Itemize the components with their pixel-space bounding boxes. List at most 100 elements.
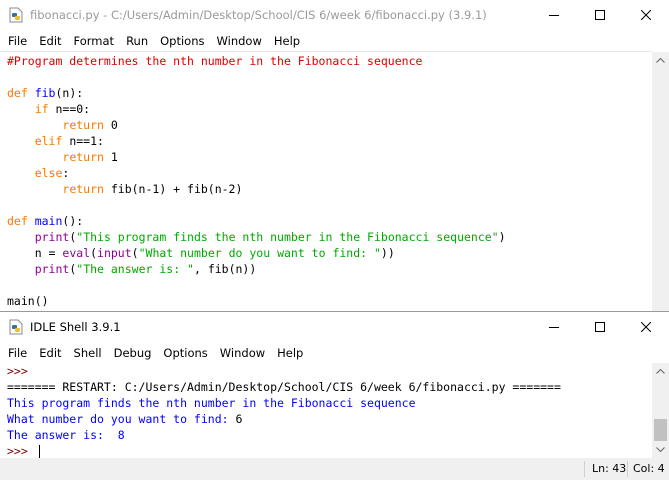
code-token: def	[7, 86, 35, 100]
editor-minimize-button[interactable]	[531, 0, 577, 30]
code-line: What number do you want to find: 6	[7, 411, 561, 427]
code-line: else:	[7, 165, 506, 181]
code-token: (	[131, 246, 139, 260]
code-token: main()	[7, 294, 49, 308]
menu-window[interactable]: Window	[214, 346, 271, 360]
menu-debug[interactable]: Debug	[108, 346, 158, 360]
menu-format[interactable]: Format	[68, 34, 121, 48]
shell-menubar: File Edit Shell Debug Options Window Hel…	[0, 343, 669, 363]
menu-run[interactable]: Run	[120, 34, 154, 48]
maximize-icon	[595, 10, 605, 20]
code-line: if n==0:	[7, 101, 506, 117]
status-separator	[584, 461, 585, 477]
code-line: ======= RESTART: C:/Users/Admin/Desktop/…	[7, 379, 561, 395]
code-token: #Program determines the nth number in th…	[7, 54, 423, 68]
editor-code-area[interactable]: #Program determines the nth number in th…	[7, 53, 506, 309]
menu-window[interactable]: Window	[211, 34, 268, 48]
scroll-down-arrow-icon[interactable]	[652, 441, 669, 458]
code-line: main()	[7, 293, 506, 309]
code-token: >>>	[7, 364, 28, 378]
code-line: n = eval(input("What number do you want …	[7, 245, 506, 261]
shell-output-area[interactable]: >>> ======= RESTART: C:/Users/Admin/Deskt…	[7, 363, 561, 459]
code-token: "This program finds the nth number in th…	[76, 230, 499, 244]
code-line: #Program determines the nth number in th…	[7, 53, 506, 69]
shell-maximize-button[interactable]	[577, 312, 623, 342]
editor-maximize-button[interactable]	[577, 0, 623, 30]
scroll-up-arrow-icon[interactable]	[652, 363, 669, 380]
code-token: return	[62, 150, 104, 164]
menu-file[interactable]: File	[2, 34, 33, 48]
menu-options[interactable]: Options	[157, 346, 213, 360]
code-token: main	[34, 214, 63, 228]
shell-scrollbar[interactable]	[652, 363, 669, 458]
code-line: return fib(n-1) + fib(n-2)	[7, 181, 506, 197]
code-token: return	[62, 118, 104, 132]
editor-window: fibonacci.py - C:/Users/Admin/Desktop/Sc…	[0, 0, 669, 311]
shell-statusbar: Ln: 43 Col: 4	[0, 458, 669, 480]
code-token: , fib(n))	[193, 262, 257, 276]
minimize-icon	[549, 15, 559, 16]
code-token: (	[90, 246, 98, 260]
code-token: The answer is: 8	[7, 428, 125, 442]
menu-help[interactable]: Help	[268, 34, 306, 48]
status-separator	[627, 461, 628, 477]
code-token: else	[34, 166, 63, 180]
menu-edit[interactable]: Edit	[33, 34, 67, 48]
editor-scrollbar[interactable]	[652, 52, 669, 311]
menu-file[interactable]: File	[2, 346, 33, 360]
menu-edit[interactable]: Edit	[33, 346, 67, 360]
menu-options[interactable]: Options	[154, 34, 210, 48]
code-line: def main():	[7, 213, 506, 229]
menu-help[interactable]: Help	[271, 346, 309, 360]
code-token: What number do you want to find:	[7, 412, 236, 426]
close-icon	[641, 10, 651, 20]
code-token: input	[97, 246, 132, 260]
shell-window: IDLE Shell 3.9.1 File Edit Shell Debug O…	[0, 311, 669, 480]
python-file-icon	[8, 7, 24, 23]
code-token: ():	[62, 214, 84, 228]
code-token: eval	[62, 246, 91, 260]
code-token: ======= RESTART: C:/Users/Admin/Desktop/…	[7, 380, 561, 394]
code-token: 1	[103, 150, 118, 164]
code-line: print("This program finds the nth number…	[7, 229, 506, 245]
code-line: return 1	[7, 149, 506, 165]
editor-window-title: fibonacci.py - C:/Users/Admin/Desktop/Sc…	[30, 8, 487, 22]
shell-scrollbar-thumb[interactable]	[654, 419, 667, 441]
code-token: 6	[235, 412, 243, 426]
code-token: elif	[34, 134, 63, 148]
code-token: print	[34, 230, 70, 244]
code-line: >>>	[7, 443, 561, 459]
status-line: Ln: 43	[592, 462, 627, 475]
code-token: if	[34, 102, 49, 116]
menu-shell[interactable]: Shell	[68, 346, 108, 360]
scroll-up-arrow-icon[interactable]	[652, 52, 669, 69]
minimize-icon	[549, 327, 559, 328]
code-token: :	[62, 166, 70, 180]
code-line: >>>	[7, 363, 561, 379]
shell-titlebar[interactable]: IDLE Shell 3.9.1	[0, 312, 669, 342]
shell-window-title: IDLE Shell 3.9.1	[30, 320, 121, 334]
code-token: )	[498, 230, 506, 244]
code-token: n =	[7, 246, 63, 260]
code-token: 0	[103, 118, 118, 132]
editor-titlebar[interactable]: fibonacci.py - C:/Users/Admin/Desktop/Sc…	[0, 0, 669, 30]
shell-close-button[interactable]	[623, 312, 669, 342]
code-line: return 0	[7, 117, 506, 133]
code-token: fib	[34, 86, 56, 100]
code-line: def fib(n):	[7, 85, 506, 101]
code-token: >>>	[7, 444, 35, 458]
editor-close-button[interactable]	[623, 0, 669, 30]
close-icon	[641, 322, 651, 332]
shell-minimize-button[interactable]	[531, 312, 577, 342]
code-token: n==1:	[62, 134, 104, 148]
code-token: "What number do you want to find: "	[138, 246, 381, 260]
code-token: (n):	[55, 86, 84, 100]
code-token: print	[34, 262, 70, 276]
